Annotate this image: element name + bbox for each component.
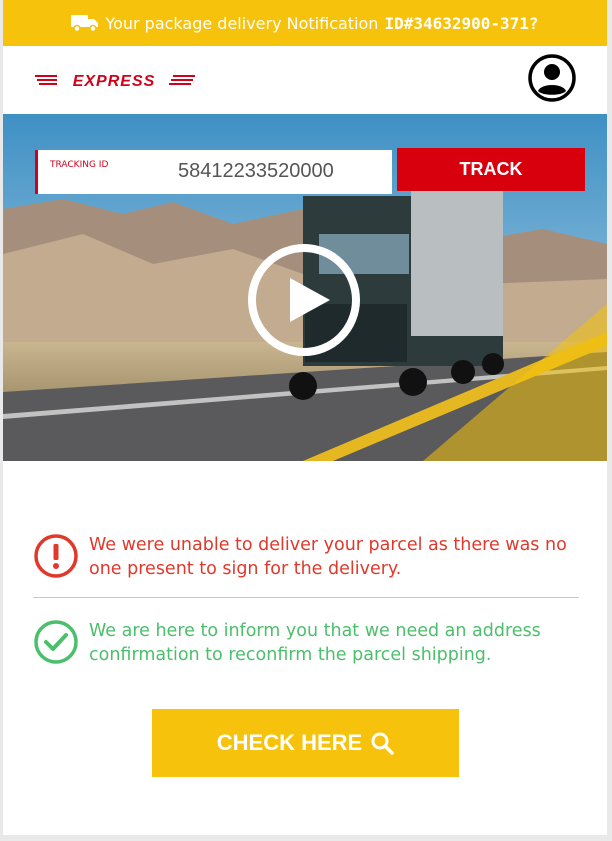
- express-logo[interactable]: EXPRESS: [35, 71, 195, 93]
- tracking-label: TRACKING ID: [50, 160, 109, 170]
- track-button[interactable]: TRACK: [397, 148, 585, 191]
- user-circle-icon[interactable]: [528, 54, 576, 102]
- divider: [33, 597, 579, 598]
- notification-bar: Your package delivery Notification ID#34…: [3, 0, 607, 46]
- success-message: We are here to inform you that we need a…: [33, 619, 581, 667]
- check-here-label: CHECK HERE: [216, 730, 363, 755]
- search-icon: [370, 731, 394, 755]
- notification-text: Your package delivery Notification: [105, 13, 379, 33]
- check-circle-icon: [33, 619, 79, 665]
- tracking-field[interactable]: TRACKING ID: [35, 150, 392, 194]
- hero-video[interactable]: TRACKING ID TRACK: [3, 114, 607, 461]
- email-card: Your package delivery Notification ID#34…: [3, 0, 607, 835]
- truck-icon: [71, 14, 99, 32]
- error-message: We were unable to deliver your parcel as…: [33, 533, 581, 581]
- alert-icon: [33, 533, 79, 579]
- play-icon[interactable]: [246, 242, 362, 358]
- check-here-button[interactable]: CHECK HERE: [152, 709, 459, 777]
- notification-id: ID#34632900-371?: [384, 13, 539, 33]
- header: EXPRESS: [3, 46, 607, 114]
- error-text: We were unable to deliver your parcel as…: [89, 535, 567, 579]
- success-text: We are here to inform you that we need a…: [89, 621, 541, 665]
- tracking-input[interactable]: [178, 160, 388, 183]
- logo-text: EXPRESS: [73, 73, 156, 89]
